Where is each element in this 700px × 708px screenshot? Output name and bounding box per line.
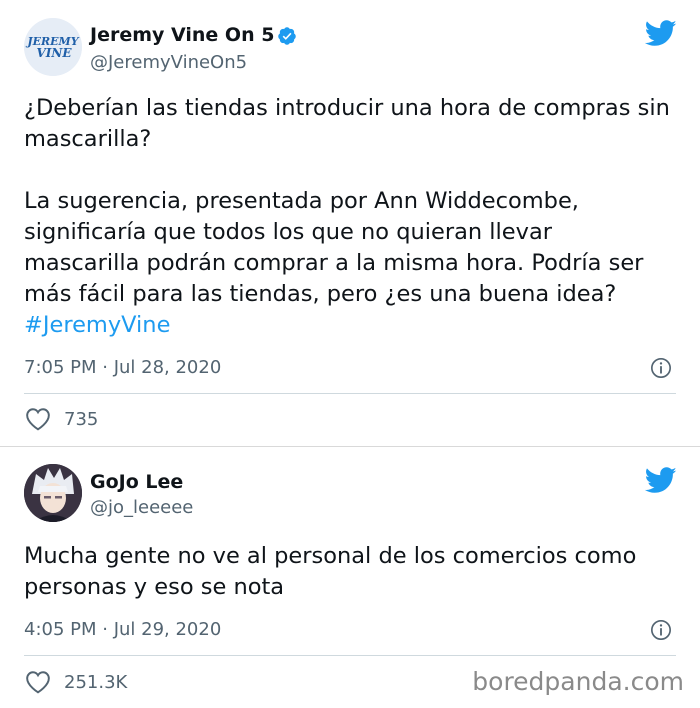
- avatar[interactable]: [24, 464, 82, 522]
- verified-badge-icon: [278, 27, 296, 45]
- tweet-card: JEREMY VINE Jeremy Vine On 5 @JeremyVine…: [0, 0, 700, 446]
- twitter-bird-icon[interactable]: [645, 467, 677, 494]
- heart-icon[interactable]: [25, 407, 51, 431]
- info-icon[interactable]: [650, 357, 672, 379]
- tweet-timestamp[interactable]: 7:05 PM · Jul 28, 2020: [24, 357, 221, 378]
- author-name[interactable]: GoJo Lee: [90, 471, 183, 493]
- hashtag-link[interactable]: #JeremyVine: [24, 312, 170, 338]
- tweet-text: Mucha gente no ve al personal de los com…: [24, 541, 674, 603]
- tweet-timestamp[interactable]: 4:05 PM · Jul 29, 2020: [24, 619, 221, 640]
- author-handle[interactable]: @JeremyVineOn5: [90, 52, 247, 73]
- divider: [24, 655, 676, 656]
- tweet-paragraph: La sugerencia, presentada por Ann Widdec…: [24, 186, 674, 341]
- tweet-text: ¿Deberían las tiendas introducir una hor…: [24, 93, 674, 341]
- avatar[interactable]: JEREMY VINE: [24, 18, 82, 76]
- jeremy-vine-logo-icon: JEREMY VINE: [24, 18, 82, 76]
- info-icon[interactable]: [650, 619, 672, 641]
- watermark: boredpanda.com: [472, 667, 684, 696]
- author-handle[interactable]: @jo_leeeee: [90, 497, 193, 518]
- twitter-bird-icon[interactable]: [645, 20, 677, 47]
- like-count: 735: [64, 409, 99, 430]
- anime-character-avatar-icon: [24, 464, 82, 522]
- heart-icon[interactable]: [25, 670, 51, 694]
- svg-text:VINE: VINE: [36, 46, 72, 60]
- like-count: 251.3K: [64, 672, 128, 693]
- tweet-paragraph: ¿Deberían las tiendas introducir una hor…: [24, 95, 670, 152]
- tweet-paragraph: Mucha gente no ve al personal de los com…: [24, 543, 637, 600]
- divider: [24, 393, 676, 394]
- tweet-paragraph-text: La sugerencia, presentada por Ann Widdec…: [24, 188, 644, 307]
- author-name[interactable]: Jeremy Vine On 5: [90, 24, 274, 46]
